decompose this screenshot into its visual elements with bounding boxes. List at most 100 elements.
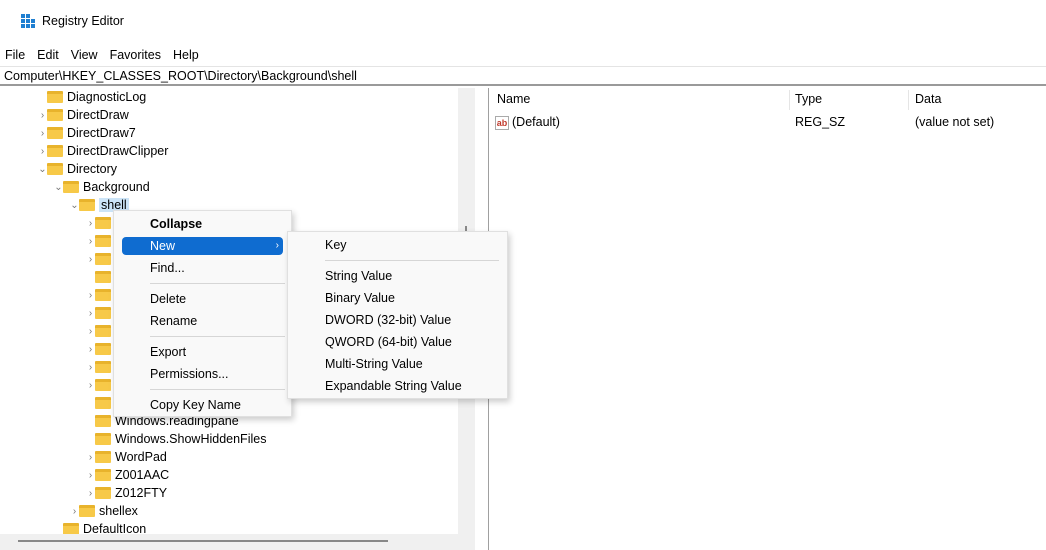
folder-icon	[95, 217, 111, 229]
submenu-item-multi-string-value[interactable]: Multi-String Value	[288, 355, 507, 373]
tree-node[interactable]: ›	[86, 286, 115, 304]
folder-icon	[63, 523, 79, 534]
chevron-down-icon[interactable]: ⌄	[54, 182, 63, 193]
submenu-item-binary-value[interactable]: Binary Value	[288, 289, 507, 307]
address-bar[interactable]: Computer\HKEY_CLASSES_ROOT\Directory\Bac…	[0, 66, 1046, 86]
folder-icon	[95, 433, 111, 445]
tree-node[interactable]: ›	[86, 214, 115, 232]
tree-node[interactable]: ›	[86, 304, 115, 322]
menu-item-new[interactable]: New ›	[122, 237, 283, 255]
chevron-right-icon[interactable]: ›	[86, 326, 95, 337]
tree-node-label: Background	[83, 180, 150, 194]
tree-node[interactable]: › shellex	[70, 502, 138, 520]
chevron-right-icon[interactable]: ›	[38, 146, 47, 157]
tree-node[interactable]: ›	[86, 250, 115, 268]
tree-node[interactable]: DiagnosticLog	[38, 88, 146, 106]
column-divider[interactable]	[908, 90, 909, 110]
folder-icon	[95, 397, 111, 409]
folder-icon	[95, 487, 111, 499]
chevron-right-icon[interactable]: ›	[38, 128, 47, 139]
folder-icon	[79, 505, 95, 517]
string-value-icon: ab	[495, 115, 509, 130]
tree-node[interactable]: › DirectDraw	[38, 106, 129, 124]
tree-node[interactable]: ›	[86, 358, 115, 376]
menu-item-delete[interactable]: Delete	[114, 290, 291, 308]
tree-node[interactable]: DefaultIcon	[54, 520, 146, 534]
column-type[interactable]: Type	[795, 92, 822, 106]
tree-node[interactable]: › DirectDraw7	[38, 124, 136, 142]
menu-bar: File Edit View Favorites Help	[0, 46, 205, 64]
menu-view[interactable]: View	[65, 46, 104, 64]
values-list[interactable]: Name Type Data ab (Default) REG_SZ (value…	[489, 88, 1046, 550]
chevron-right-icon[interactable]: ›	[86, 254, 95, 265]
tree-node[interactable]: ⌄ Background	[54, 178, 150, 196]
menu-item-permissions[interactable]: Permissions...	[114, 365, 291, 383]
tree-node[interactable]: ›	[86, 232, 115, 250]
submenu-item-key[interactable]: Key	[288, 236, 507, 254]
tree-horizontal-scrollbar[interactable]	[0, 534, 475, 550]
tree-node[interactable]: ›	[86, 322, 115, 340]
scroll-thumb[interactable]	[18, 540, 388, 542]
tree-node-label: DiagnosticLog	[67, 90, 147, 104]
tree-node-label: Z001AAC	[115, 468, 170, 482]
submenu-item-qword-value[interactable]: QWORD (64-bit) Value	[288, 333, 507, 351]
folder-icon	[47, 163, 63, 175]
chevron-down-icon[interactable]: ⌄	[70, 200, 79, 211]
chevron-right-icon[interactable]: ›	[86, 470, 95, 481]
chevron-right-icon[interactable]: ›	[86, 236, 95, 247]
folder-icon	[47, 145, 63, 157]
tree-node[interactable]: › Z001AAC	[86, 466, 169, 484]
menu-item-rename[interactable]: Rename	[114, 312, 291, 330]
chevron-right-icon[interactable]: ›	[70, 506, 79, 517]
chevron-right-icon[interactable]: ›	[86, 362, 95, 373]
tree-node-label: DirectDraw7	[67, 126, 136, 140]
tree-node[interactable]: ⌄ Directory	[38, 160, 117, 178]
chevron-right-icon[interactable]: ›	[38, 110, 47, 121]
tree-node-label: Z012FTY	[115, 486, 168, 500]
tree-node[interactable]	[86, 394, 115, 412]
folder-icon	[95, 343, 111, 355]
title-bar: Registry Editor	[0, 0, 1046, 44]
tree-node[interactable]: › DirectDrawClipper	[38, 142, 169, 160]
tree-node[interactable]: ›	[86, 340, 115, 358]
folder-icon	[95, 415, 111, 427]
chevron-right-icon[interactable]: ›	[86, 344, 95, 355]
column-name[interactable]: Name	[497, 92, 530, 106]
tree-node[interactable]: Windows.ShowHiddenFiles	[86, 430, 266, 448]
tree-node-label: Directory	[67, 162, 118, 176]
menu-item-export[interactable]: Export	[114, 343, 291, 361]
menu-item-copy-key-name[interactable]: Copy Key Name	[114, 396, 291, 414]
submenu-item-dword-value[interactable]: DWORD (32-bit) Value	[288, 311, 507, 329]
menu-edit[interactable]: Edit	[31, 46, 65, 64]
window-title: Registry Editor	[42, 14, 124, 28]
chevron-right-icon[interactable]: ›	[86, 290, 95, 301]
menu-file[interactable]: File	[0, 46, 31, 64]
column-divider[interactable]	[789, 90, 790, 110]
tree-node[interactable]: › WordPad	[86, 448, 167, 466]
chevron-down-icon[interactable]: ⌄	[38, 164, 47, 175]
regedit-icon	[21, 14, 35, 28]
new-submenu: Key String Value Binary Value DWORD (32-…	[287, 231, 508, 399]
chevron-right-icon[interactable]: ›	[86, 308, 95, 319]
value-name: (Default)	[512, 115, 560, 129]
menu-item-find[interactable]: Find...	[114, 259, 291, 277]
chevron-right-icon: ›	[275, 240, 279, 251]
tree-node[interactable]	[86, 268, 115, 286]
menu-item-collapse[interactable]: Collapse	[114, 215, 291, 233]
column-data[interactable]: Data	[915, 92, 941, 106]
tree-node-label: shellex	[99, 504, 138, 518]
folder-icon	[95, 325, 111, 337]
chevron-right-icon[interactable]: ›	[86, 452, 95, 463]
chevron-right-icon[interactable]: ›	[86, 380, 95, 391]
chevron-right-icon[interactable]: ›	[86, 488, 95, 499]
chevron-right-icon[interactable]: ›	[86, 218, 95, 229]
folder-icon	[63, 181, 79, 193]
submenu-item-string-value[interactable]: String Value	[288, 267, 507, 285]
folder-icon	[95, 379, 111, 391]
folder-icon	[95, 451, 111, 463]
submenu-item-expandable-string-value[interactable]: Expandable String Value	[288, 377, 507, 395]
menu-help[interactable]: Help	[167, 46, 205, 64]
tree-node[interactable]: › Z012FTY	[86, 484, 167, 502]
menu-favorites[interactable]: Favorites	[104, 46, 167, 64]
tree-node[interactable]: ›	[86, 376, 115, 394]
